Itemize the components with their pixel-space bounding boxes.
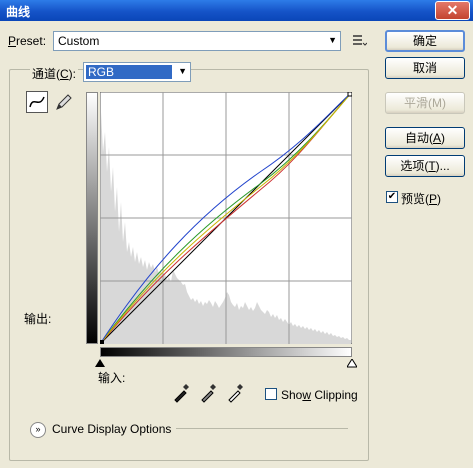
- options-button[interactable]: 选项(T)...: [385, 155, 465, 177]
- chevron-down-icon: ▼: [178, 66, 187, 76]
- chevron-down-icon: ▼: [328, 35, 337, 45]
- preset-value: Custom: [58, 34, 100, 48]
- curve-display-options-label[interactable]: Curve Display Options: [52, 422, 171, 436]
- channel-value: RGB: [86, 65, 172, 79]
- channel-dropdown[interactable]: RGB ▼: [83, 62, 191, 82]
- cancel-button[interactable]: 取消: [385, 57, 465, 79]
- curve-graph[interactable]: [99, 91, 353, 345]
- show-clipping-label: Show Clipping: [281, 388, 358, 402]
- ok-button[interactable]: 确定: [385, 30, 465, 52]
- window-title: 曲线: [6, 5, 31, 19]
- preview-label: 预览(P): [401, 192, 442, 206]
- curve-point-white: [347, 91, 353, 97]
- expand-chevron-icon[interactable]: »: [30, 422, 46, 438]
- input-label: 输入:: [98, 371, 126, 385]
- black-point-slider[interactable]: [95, 358, 105, 368]
- input-gradient-bar: [100, 347, 352, 357]
- preset-label: Preset:: [8, 34, 47, 48]
- curve-tool-icon[interactable]: [26, 91, 48, 113]
- curve-point-black: [100, 340, 104, 344]
- close-icon: ✕: [446, 2, 459, 18]
- preset-options-menu-icon[interactable]: [351, 32, 368, 48]
- output-gradient-bar: [86, 92, 98, 344]
- smooth-button[interactable]: 平滑(M): [385, 92, 465, 114]
- gray-eyedropper-icon[interactable]: [199, 383, 217, 403]
- preview-checkbox[interactable]: ✔: [386, 191, 398, 203]
- white-eyedropper-icon[interactable]: [226, 383, 244, 403]
- show-clipping-checkbox[interactable]: [265, 388, 277, 400]
- title-bar: 曲线 ✕: [0, 0, 473, 21]
- output-label: 输出:: [24, 312, 52, 326]
- white-point-slider[interactable]: [346, 358, 358, 368]
- preset-dropdown[interactable]: Custom ▼: [53, 31, 341, 51]
- channel-label: 通道(C):: [30, 65, 79, 82]
- pencil-tool-icon[interactable]: [52, 91, 74, 113]
- close-button[interactable]: ✕: [435, 1, 470, 20]
- divider: [176, 428, 348, 429]
- auto-button[interactable]: 自动(A): [385, 127, 465, 149]
- black-eyedropper-icon[interactable]: [172, 383, 190, 403]
